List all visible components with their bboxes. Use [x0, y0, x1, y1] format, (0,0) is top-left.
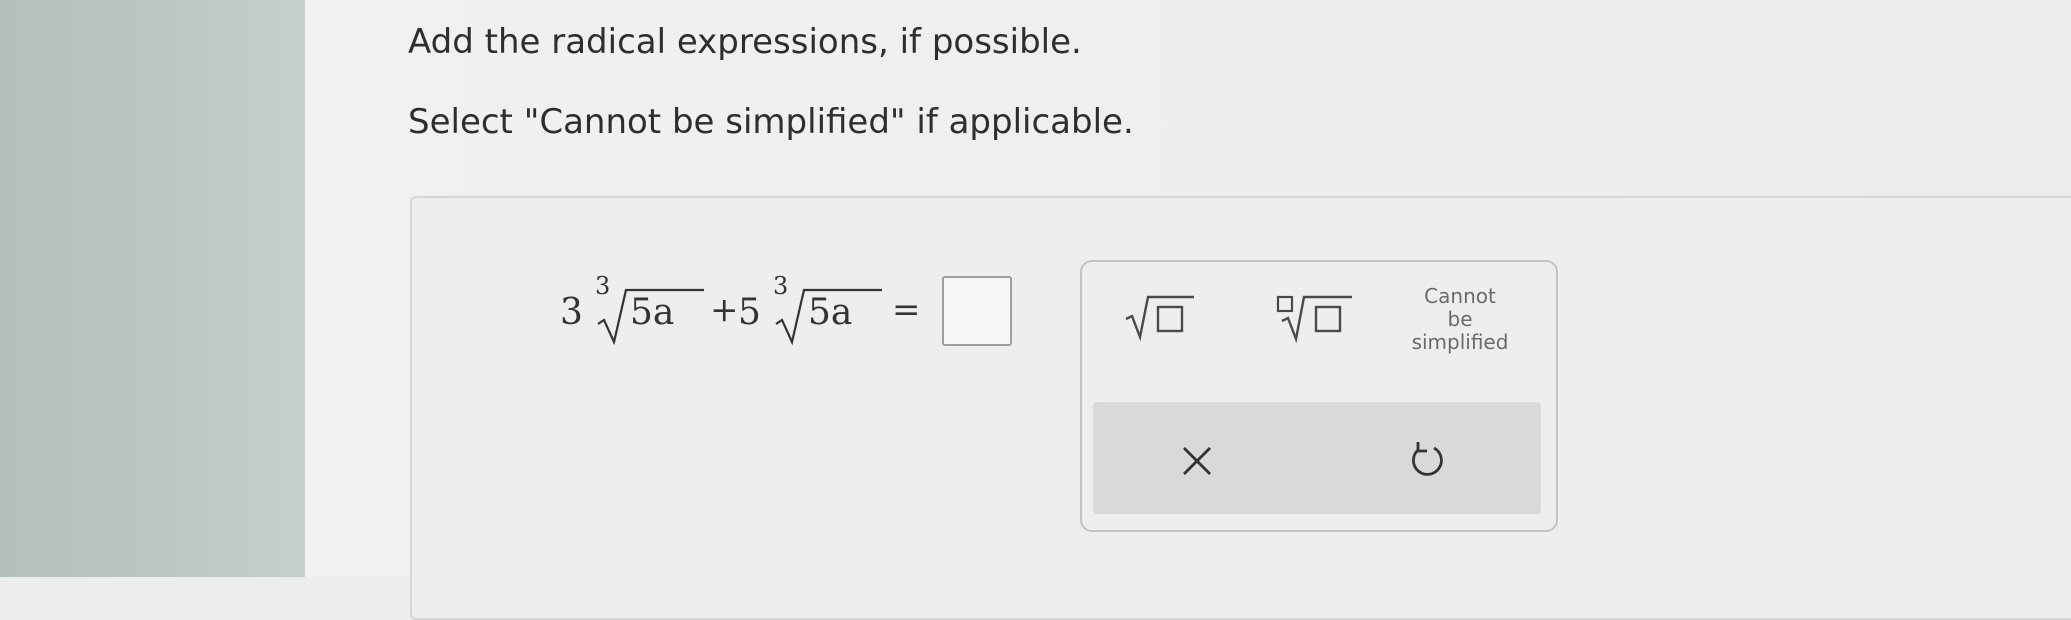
square-root-icon — [1125, 295, 1194, 342]
plus-sign: + — [710, 290, 739, 330]
cannot-label-line-3: simplified — [1411, 330, 1509, 354]
instruction-line-1: Add the radical expressions, if possible… — [408, 22, 1082, 62]
cannot-be-simplified-button[interactable]: Cannot be simplified — [1392, 285, 1528, 354]
close-icon — [1183, 447, 1211, 475]
radicand-2-text: 5a — [808, 292, 853, 333]
equals-sign: = — [892, 290, 921, 330]
coefficient-1: 3 — [560, 292, 583, 333]
square-root-button[interactable] — [1122, 283, 1198, 355]
instruction-line-2: Select "Cannot be simplified" if applica… — [408, 102, 1134, 142]
cannot-label-line-2: be — [1447, 307, 1473, 331]
answer-input[interactable] — [942, 276, 1012, 346]
radicand-1: 5a — [630, 292, 674, 333]
clear-button[interactable] — [1176, 438, 1220, 482]
background-left-strip — [0, 0, 305, 577]
nth-root-icon — [1276, 295, 1352, 344]
radicand-2: 5a — [808, 292, 852, 333]
cannot-label-line-1: Cannot — [1424, 284, 1496, 308]
nth-root-button[interactable] — [1272, 283, 1356, 355]
coefficient-2: 5 — [738, 292, 761, 333]
undo-button[interactable] — [1402, 436, 1450, 484]
radicand-1-text: 5a — [630, 292, 675, 333]
keypad-action-bar — [1093, 402, 1541, 514]
undo-icon — [1412, 442, 1443, 476]
